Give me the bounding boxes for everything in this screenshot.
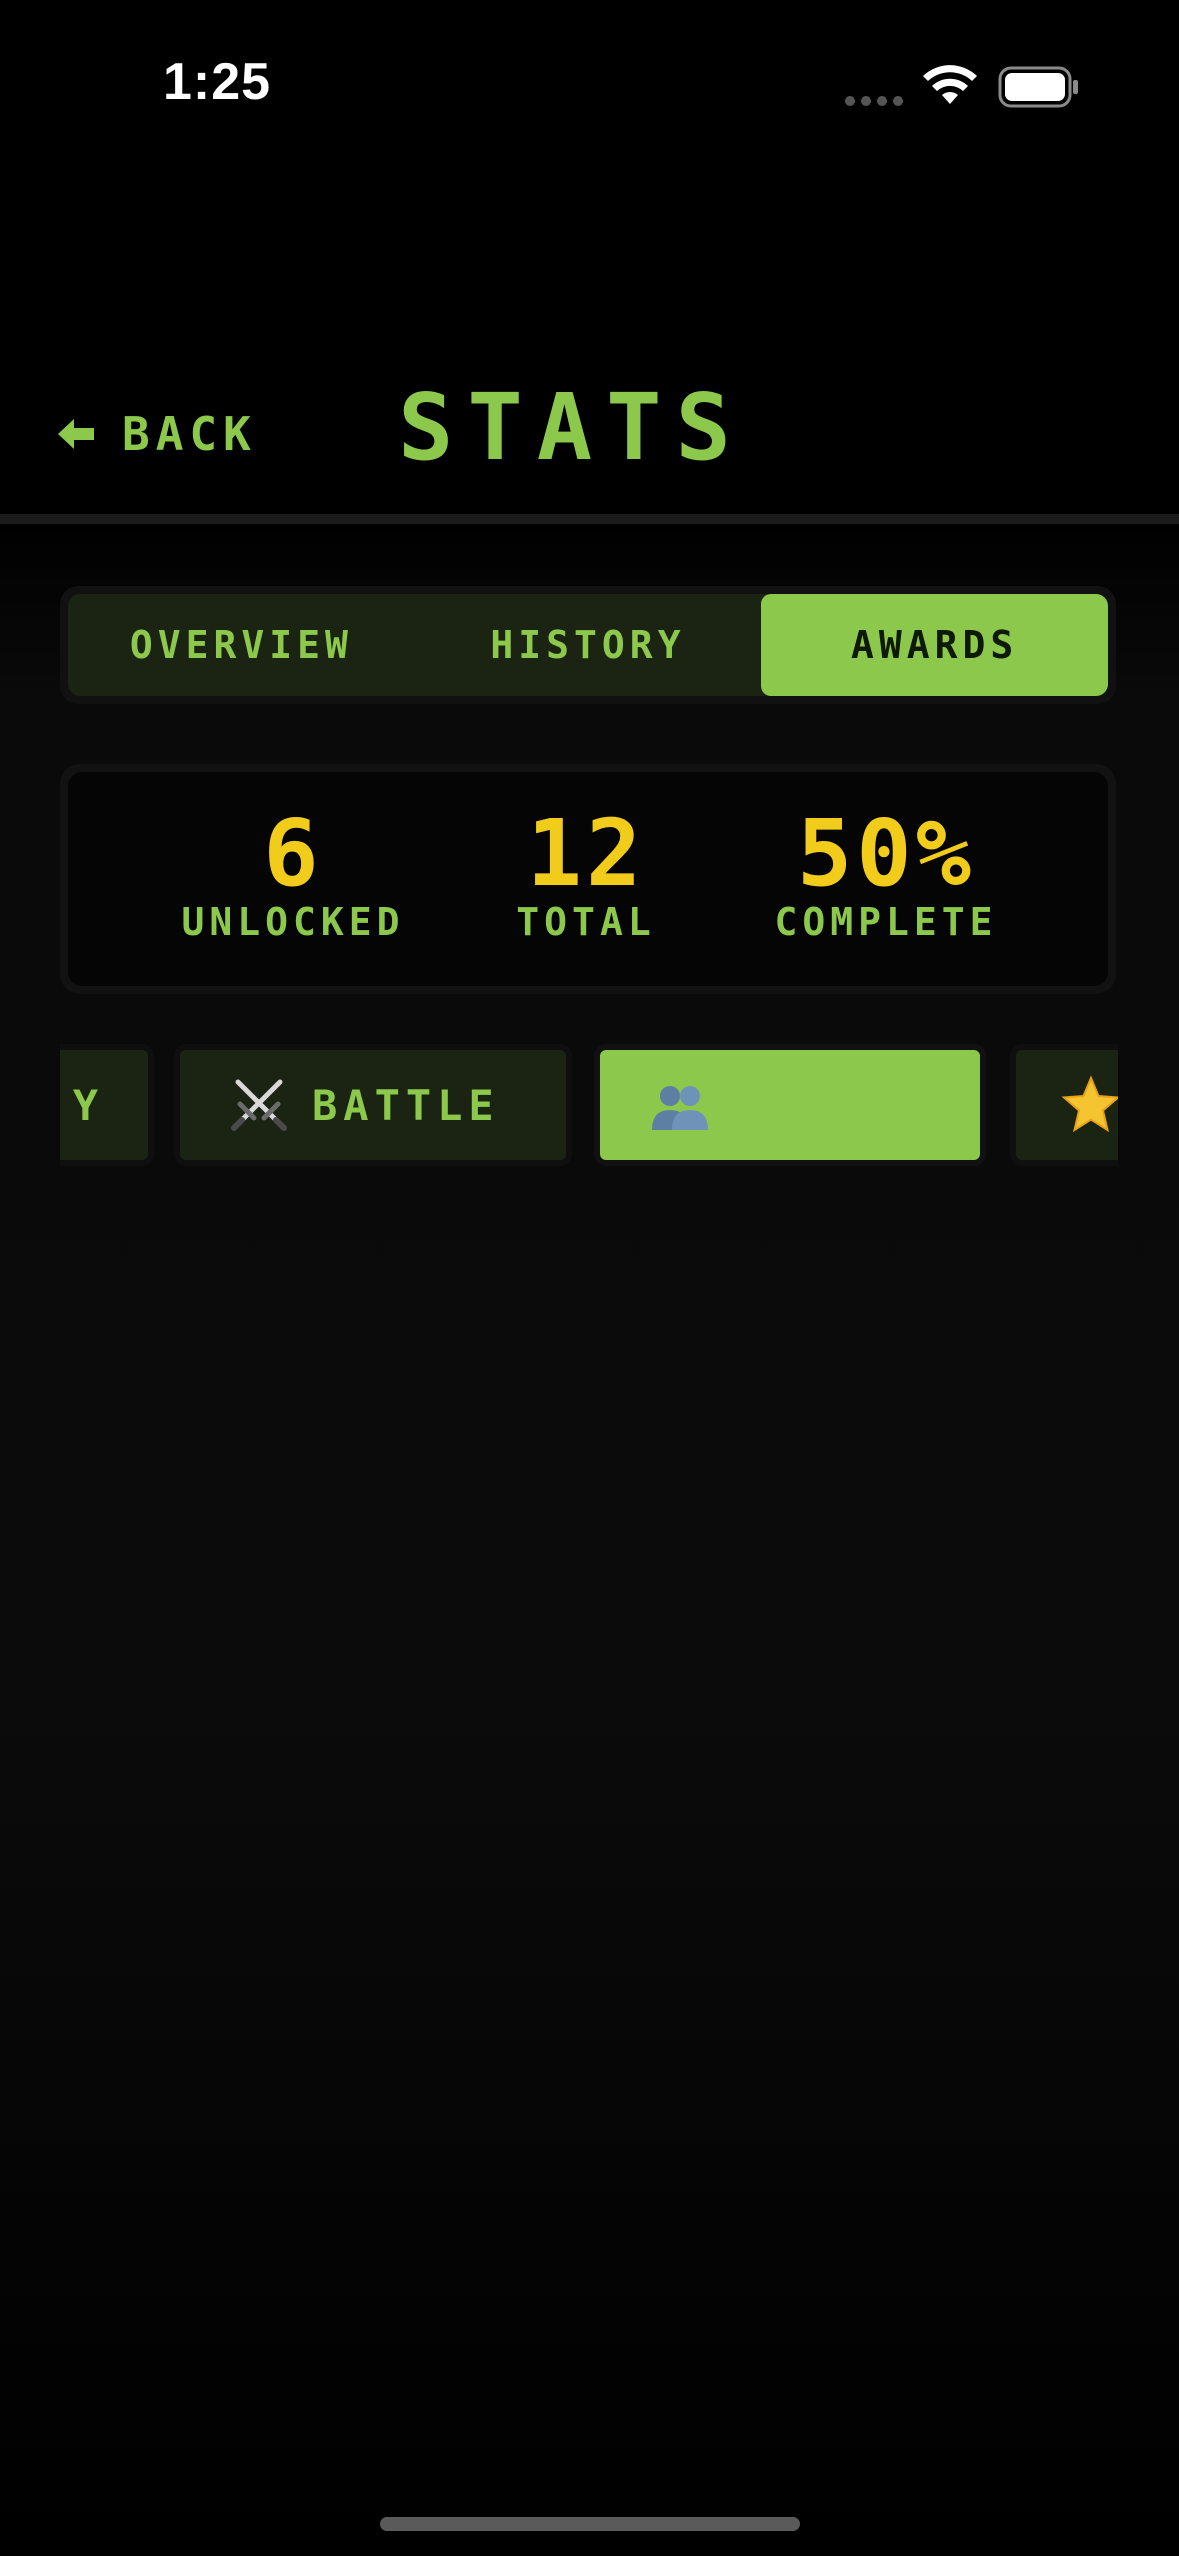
status-bar: 1:25: [0, 0, 1179, 170]
awards-summary-card: 6 UNLOCKED 12 TOTAL 50% COMPLETE: [60, 764, 1116, 994]
people-icon: [652, 1086, 708, 1130]
stat-unlocked-label: UNLOCKED: [181, 900, 405, 944]
wifi-icon: [923, 65, 977, 104]
category-chip-social[interactable]: [594, 1044, 986, 1166]
header-divider: [0, 514, 1179, 524]
award-category-scroller[interactable]: Y BATTLE: [60, 1036, 1118, 1176]
stat-total-value: 12: [526, 800, 646, 907]
status-time: 1:25: [163, 53, 272, 111]
category-chip-partial[interactable]: Y: [60, 1044, 154, 1166]
stat-total: 12 TOTAL: [516, 800, 656, 945]
star-icon: [1061, 1075, 1118, 1133]
page-title: STATS: [398, 374, 745, 481]
stat-complete: 50% COMPLETE: [774, 800, 998, 945]
tab-history[interactable]: HISTORY: [415, 594, 762, 696]
category-chip-star[interactable]: [1010, 1044, 1118, 1166]
header: BACK STATS: [0, 360, 1179, 510]
category-chip-label: BATTLE: [312, 1080, 500, 1130]
category-chip-battle[interactable]: BATTLE: [174, 1044, 572, 1166]
category-chip-label: Y: [72, 1080, 104, 1130]
back-arrow-icon: [58, 419, 94, 449]
stat-unlocked: 6 UNLOCKED: [181, 800, 405, 945]
stats-tabs: OVERVIEW HISTORY AWARDS: [60, 586, 1116, 704]
battery-icon: [998, 66, 1078, 108]
back-label: BACK: [122, 407, 257, 461]
stat-total-label: TOTAL: [516, 900, 656, 944]
home-indicator[interactable]: [380, 2517, 800, 2531]
crossed-swords-icon: [231, 1079, 287, 1131]
stat-complete-label: COMPLETE: [774, 900, 998, 944]
tab-awards[interactable]: AWARDS: [761, 594, 1108, 696]
stat-complete-value: 50%: [796, 800, 976, 907]
stat-unlocked-value: 6: [263, 800, 323, 907]
cellular-signal-icon: [845, 96, 907, 108]
back-button[interactable]: BACK: [58, 404, 257, 464]
tab-overview[interactable]: OVERVIEW: [68, 594, 415, 696]
